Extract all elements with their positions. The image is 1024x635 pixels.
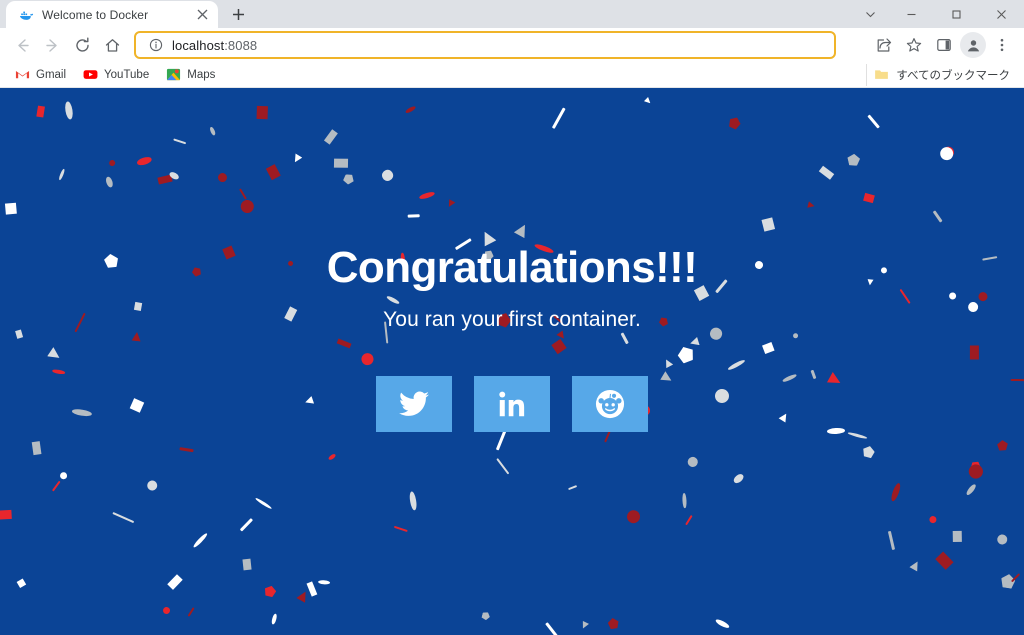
social-share-row [376,375,648,432]
reddit-share-button[interactable] [572,375,648,432]
address-port: :8088 [224,37,258,53]
reddit-icon [595,389,625,419]
forward-icon[interactable] [38,31,66,59]
bookmark-maps[interactable]: Maps [159,64,223,86]
all-bookmarks-button[interactable]: すべてのブックマーク [866,63,1016,86]
home-icon[interactable] [98,31,126,59]
bookmark-label: Maps [187,68,216,81]
address-bar-text: localhost:8088 [172,38,257,53]
maximize-icon[interactable] [934,0,979,28]
maps-icon [165,67,181,83]
bookmark-youtube[interactable]: YouTube [76,64,157,86]
menu-icon[interactable] [988,31,1016,59]
linkedin-icon [498,390,526,418]
bookmark-label: YouTube [104,68,150,81]
folder-icon [873,67,889,83]
page-subtitle: You ran your first container. [383,307,641,331]
back-icon[interactable] [8,31,36,59]
page-content: Congratulations!!! You ran your first co… [0,88,1024,635]
page-viewport: Congratulations!!! You ran your first co… [0,88,1024,635]
gmail-icon [14,67,30,83]
browser-toolbar: localhost:8088 [0,28,1024,62]
bookmark-label: Gmail [36,68,67,81]
bookmark-gmail[interactable]: Gmail [8,64,74,86]
close-icon[interactable] [194,7,210,23]
info-circle-icon[interactable] [148,38,163,53]
twitter-share-button[interactable] [376,375,452,432]
side-panel-icon[interactable] [930,31,958,59]
address-bar[interactable]: localhost:8088 [134,31,836,59]
twitter-icon [399,391,429,417]
new-tab-button[interactable] [224,0,252,28]
tab-strip: Welcome to Docker [0,0,1024,28]
profile-avatar-icon[interactable] [960,32,986,58]
all-bookmarks-label: すべてのブックマーク [896,69,1010,82]
docker-whale-icon [18,7,34,23]
bookmarks-bar: Gmail YouTube Maps すべてのブックマーク [0,62,1024,88]
star-icon[interactable] [900,31,928,59]
minimize-icon[interactable] [889,0,934,28]
page-title: Congratulations!!! [326,243,698,293]
tab-title: Welcome to Docker [42,7,149,22]
window-controls [851,0,1024,28]
close-window-icon[interactable] [979,0,1024,28]
toolbar-actions [870,31,1016,59]
address-host: localhost [172,37,225,53]
share-icon[interactable] [870,31,898,59]
reload-icon[interactable] [68,31,96,59]
browser-window: Welcome to Docker localhost:8088 Gmail Y… [0,0,1024,635]
chevron-down-icon[interactable] [851,0,889,28]
browser-tab[interactable]: Welcome to Docker [6,1,218,28]
linkedin-share-button[interactable] [474,375,550,432]
youtube-icon [82,67,98,83]
